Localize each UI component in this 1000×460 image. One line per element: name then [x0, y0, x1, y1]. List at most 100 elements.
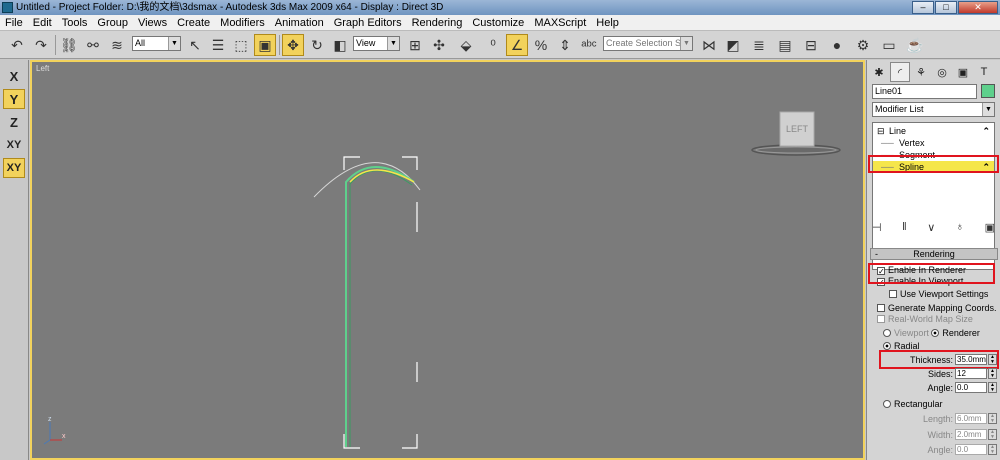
axis-y-button[interactable]: Y: [3, 89, 25, 109]
window-crossing-icon[interactable]: ▣: [254, 34, 276, 56]
spinner-arrows-icon[interactable]: ▲ ▼: [988, 382, 997, 393]
close-button[interactable]: ✕: [958, 1, 998, 14]
display-tab-icon[interactable]: ▣: [953, 62, 973, 82]
spinner-arrows-icon[interactable]: ▲ ▼: [988, 368, 997, 379]
object-name-field[interactable]: Line01: [872, 84, 977, 99]
menu-modifiers[interactable]: Modifiers: [215, 17, 270, 29]
schematic-view-icon[interactable]: ⊟: [800, 34, 822, 56]
named-selection-dropdown[interactable]: Create Selection Set ▼: [603, 36, 693, 51]
angle2-spinner[interactable]: Angle: 0.0 ▲ ▼: [877, 444, 997, 456]
rectangular-radio[interactable]: Rectangular: [883, 398, 943, 410]
undo-icon[interactable]: ↶: [6, 34, 28, 56]
spinner-arrows-icon[interactable]: ▲ ▼: [988, 429, 997, 440]
real-world-map-size-checkbox[interactable]: Real-World Map Size: [877, 313, 973, 325]
select-object-icon[interactable]: ↖: [184, 34, 206, 56]
maximize-button[interactable]: □: [935, 1, 957, 14]
rollout-collapse-icon[interactable]: -: [875, 249, 878, 259]
menu-maxscript[interactable]: MAXScript: [529, 17, 591, 29]
angle-snap-icon[interactable]: ∠: [506, 34, 528, 56]
select-and-link-icon[interactable]: ⛓: [58, 34, 80, 56]
menu-file[interactable]: File: [0, 17, 28, 29]
percent-snap-icon[interactable]: %: [530, 34, 552, 56]
mirror-icon[interactable]: ⋈: [698, 34, 720, 56]
length-spinner[interactable]: Length: 6.0mm ▲ ▼: [877, 413, 997, 425]
align-icon[interactable]: ◩: [722, 34, 744, 56]
select-and-move-icon[interactable]: ✥: [282, 34, 304, 56]
unlink-icon[interactable]: ⚯: [82, 34, 104, 56]
modifier-list-dropdown[interactable]: Modifier List ▼: [872, 102, 995, 117]
length-field[interactable]: 6.0mm: [955, 413, 987, 424]
pivot-point-center-icon[interactable]: ⊞: [404, 34, 426, 56]
selection-filter-dropdown[interactable]: All ▼: [132, 36, 181, 51]
viewport-left[interactable]: Left LEFT z x: [30, 60, 865, 460]
configure-modifier-sets-icon[interactable]: ▣: [985, 221, 995, 234]
sides-spinner[interactable]: Sides: 12 ▲ ▼: [877, 368, 997, 380]
renderer-radio[interactable]: Renderer: [931, 328, 980, 338]
menu-animation[interactable]: Animation: [270, 17, 329, 29]
menu-tools[interactable]: Tools: [57, 17, 93, 29]
axis-x-button[interactable]: X: [3, 66, 25, 86]
spline-line01-inner[interactable]: [349, 170, 413, 447]
stack-item-line[interactable]: ⊟ Line ⌃: [873, 125, 994, 137]
pin-stack-icon[interactable]: ⊣: [872, 221, 882, 234]
toolbar-separator: [279, 35, 280, 55]
spinner-snap-icon[interactable]: ⇕: [554, 34, 576, 56]
angle-field[interactable]: 0.0: [955, 382, 987, 393]
object-color-swatch[interactable]: [981, 84, 995, 98]
menu-customize[interactable]: Customize: [467, 17, 529, 29]
snaps-toggle-icon[interactable]: ⁰: [482, 34, 504, 56]
axis-z-button[interactable]: Z: [3, 112, 25, 132]
curve-editor-icon[interactable]: ▤: [774, 34, 796, 56]
viewcube-label[interactable]: LEFT: [786, 124, 809, 134]
menu-rendering[interactable]: Rendering: [407, 17, 468, 29]
select-and-rotate-icon[interactable]: ↻: [306, 34, 328, 56]
sides-field[interactable]: 12: [955, 368, 987, 379]
select-and-scale-icon[interactable]: ◧: [329, 34, 351, 56]
hierarchy-tab-icon[interactable]: ⚘: [911, 62, 931, 82]
material-editor-icon[interactable]: ●: [826, 34, 848, 56]
menu-create[interactable]: Create: [172, 17, 215, 29]
redo-icon[interactable]: ↷: [30, 34, 52, 56]
reference-coordinate-dropdown[interactable]: View ▼: [353, 36, 400, 51]
make-unique-icon[interactable]: ∨: [927, 221, 935, 234]
angle2-field[interactable]: 0.0: [955, 444, 987, 455]
layer-manager-icon[interactable]: ≣: [748, 34, 770, 56]
select-by-name-icon[interactable]: ☰: [207, 34, 229, 56]
show-end-result-icon[interactable]: ‖: [902, 221, 907, 233]
menu-graph-editors[interactable]: Graph Editors: [329, 17, 407, 29]
rendering-rollout-header[interactable]: - Rendering: [870, 248, 998, 260]
render-production-icon[interactable]: ☕: [904, 34, 926, 56]
spinner-arrows-icon[interactable]: ▲ ▼: [988, 413, 997, 424]
width-field[interactable]: 2.0mm: [955, 429, 987, 440]
chevron-down-icon: ▼: [168, 37, 180, 50]
rectangular-selection-icon[interactable]: ⬚: [230, 34, 252, 56]
width-spinner[interactable]: Width: 2.0mm ▲ ▼: [877, 429, 997, 441]
utilities-tab-icon[interactable]: T: [974, 62, 994, 82]
create-tab-icon[interactable]: ✱: [869, 62, 889, 82]
render-setup-icon[interactable]: ⚙: [852, 34, 874, 56]
spinner-arrows-icon[interactable]: ▲ ▼: [988, 444, 997, 455]
menu-group[interactable]: Group: [92, 17, 133, 29]
motion-tab-icon[interactable]: ◎: [932, 62, 952, 82]
viewcube[interactable]: LEFT: [751, 111, 841, 156]
axis-xy-plane-button[interactable]: XY: [3, 158, 25, 178]
angle-spinner[interactable]: Angle: 0.0 ▲ ▼: [877, 382, 997, 394]
expand-collapse-icon[interactable]: ⊟: [877, 125, 885, 137]
stack-item-vertex[interactable]: ── Vertex: [873, 137, 994, 149]
menu-help[interactable]: Help: [591, 17, 624, 29]
sides-label: Sides:: [927, 369, 953, 379]
menu-views[interactable]: Views: [133, 17, 172, 29]
rendered-frame-window-icon[interactable]: ▭: [878, 34, 900, 56]
axis-xy-button[interactable]: XY: [3, 135, 25, 155]
minimize-button[interactable]: –: [912, 1, 934, 14]
spline-line01[interactable]: [345, 166, 415, 447]
bind-to-space-warp-icon[interactable]: ≋: [106, 34, 128, 56]
use-viewport-settings-checkbox[interactable]: Use Viewport Settings: [889, 288, 988, 300]
keyboard-shortcut-override-icon[interactable]: ⬙: [455, 34, 477, 56]
select-manipulate-icon[interactable]: ✣: [428, 34, 450, 56]
viewport-radio[interactable]: Viewport: [883, 328, 929, 338]
edit-named-selection-icon[interactable]: ᵃᵇᶜ: [578, 34, 600, 56]
menu-edit[interactable]: Edit: [28, 17, 57, 29]
modify-tab-icon[interactable]: ◜: [890, 62, 910, 82]
remove-modifier-icon[interactable]: ♁: [956, 221, 964, 233]
